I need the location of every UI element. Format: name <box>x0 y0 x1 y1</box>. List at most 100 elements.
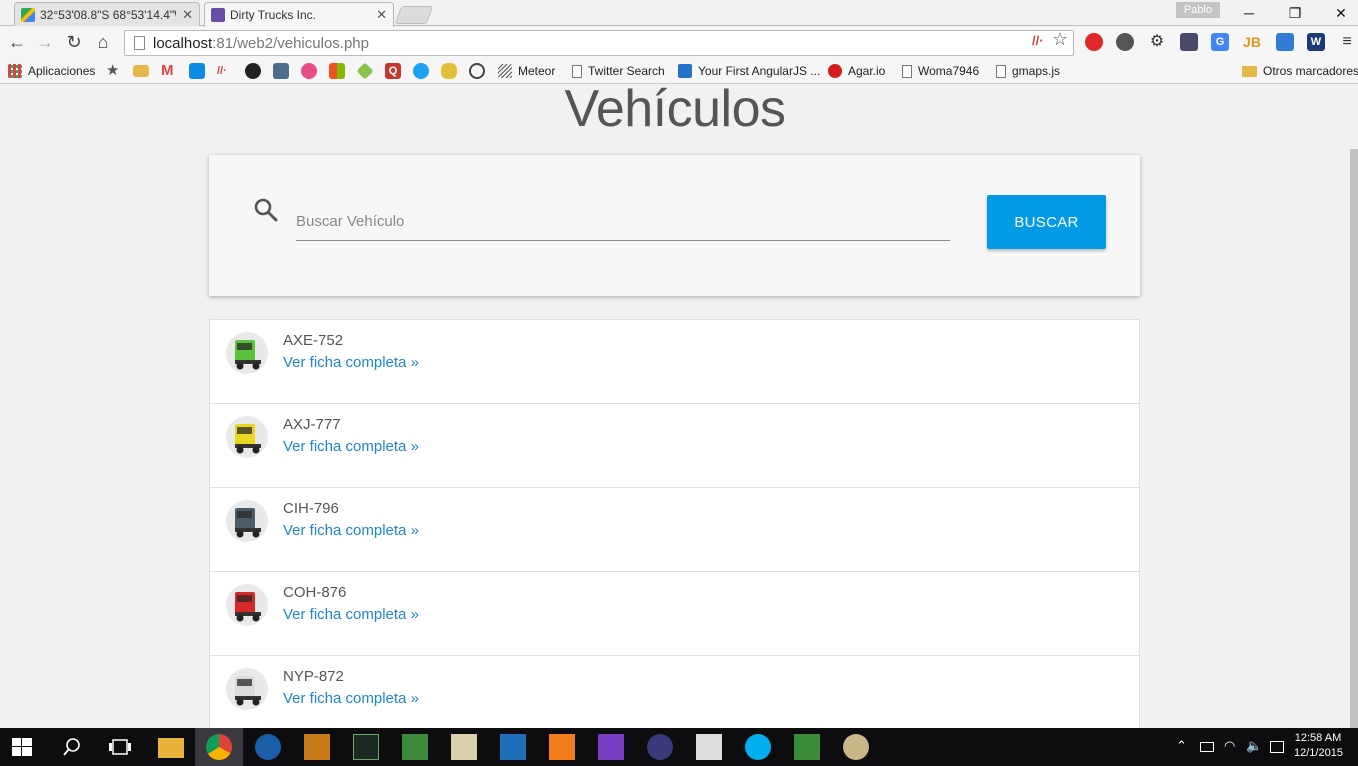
close-icon[interactable]: ✕ <box>376 7 387 23</box>
notepad-icon[interactable] <box>451 734 477 760</box>
star-bookmark-icon[interactable]: ★ <box>106 63 122 79</box>
truck-icon <box>226 668 268 710</box>
page-icon <box>902 64 912 78</box>
window-close-icon[interactable]: ✕ <box>1318 0 1358 26</box>
terminal-icon[interactable] <box>353 734 379 760</box>
gmail-icon[interactable]: M <box>161 63 177 79</box>
meteor-icon <box>498 64 512 78</box>
scrollbar-thumb[interactable] <box>1350 149 1358 728</box>
squiggle-bookmark-icon[interactable]: //· <box>217 63 233 79</box>
diamond-icon[interactable] <box>356 62 374 80</box>
taskbar-clock[interactable]: 12:58 AM 12/1/2015 <box>1294 731 1343 761</box>
visual-studio-icon[interactable] <box>598 734 624 760</box>
folder-icon[interactable] <box>133 65 149 77</box>
bookmark-meteor[interactable]: Meteor <box>498 62 555 80</box>
clock-time: 12:58 AM <box>1294 732 1342 744</box>
chrome-icon[interactable] <box>206 734 232 760</box>
github-icon[interactable] <box>245 63 261 79</box>
app-tool-icon[interactable] <box>402 734 428 760</box>
page-scrollbar[interactable] <box>1350 85 1358 728</box>
clock-date: 12/1/2015 <box>1294 747 1343 759</box>
address-bar[interactable]: localhost:81/web2/vehiculos.php <box>124 30 1074 56</box>
task-view-icon[interactable] <box>108 738 132 756</box>
paint-icon[interactable] <box>843 734 869 760</box>
reload-icon[interactable]: ↻ <box>63 31 85 53</box>
powershell-icon[interactable] <box>500 734 526 760</box>
database-icon[interactable] <box>441 63 457 79</box>
tab-title: Dirty Trucks Inc. <box>230 8 317 22</box>
bookmarks-bar: Aplicaciones ★ M //· Q Meteor Twitter Se… <box>0 58 1358 84</box>
truck-avatar <box>226 332 268 374</box>
chevron-up-icon[interactable]: ⌃ <box>1176 738 1187 754</box>
wifi-icon[interactable]: ◠ <box>1224 738 1235 754</box>
tools-icon[interactable] <box>696 734 722 760</box>
twitter-icon[interactable] <box>413 63 429 79</box>
list-item: COH-876 Ver ficha completa » <box>210 572 1139 656</box>
truck-avatar <box>226 584 268 626</box>
adblock-icon[interactable] <box>1085 33 1103 51</box>
bookmark-angularjs[interactable]: Your First AngularJS ... <box>678 62 820 80</box>
bookmark-apps[interactable]: Aplicaciones <box>8 62 95 80</box>
truck-icon <box>226 332 268 374</box>
restore-icon[interactable]: ❐ <box>1272 0 1318 26</box>
skype-icon[interactable] <box>745 734 771 760</box>
tab-dirty-trucks[interactable]: Dirty Trucks Inc. ✕ <box>204 2 394 27</box>
back-arrow-icon[interactable]: ← <box>6 31 28 53</box>
dribbble-icon[interactable] <box>301 63 317 79</box>
profile-name-badge[interactable]: Pablo <box>1176 2 1220 18</box>
notifications-icon[interactable] <box>1270 741 1284 753</box>
bookmark-star-icon[interactable]: ☆ <box>1052 29 1068 50</box>
bookmark-twitter-search[interactable]: Twitter Search <box>572 62 665 80</box>
bookmark-gmaps[interactable]: gmaps.js <box>996 62 1060 80</box>
minimize-icon[interactable]: ─ <box>1226 0 1272 26</box>
sublime-icon[interactable] <box>304 734 330 760</box>
buscar-button[interactable]: BUSCAR <box>987 195 1106 249</box>
jetbrains-icon[interactable]: JB <box>1243 33 1261 51</box>
close-icon[interactable]: ✕ <box>182 7 193 23</box>
search-card: BUSCAR <box>209 155 1140 296</box>
file-explorer-icon[interactable] <box>158 738 184 758</box>
firefox-icon[interactable] <box>255 734 281 760</box>
vehicle-plate: AXE-752 <box>283 332 344 349</box>
bookmark-other[interactable]: Otros marcadores <box>1242 62 1358 80</box>
w-extension-icon[interactable]: W <box>1307 33 1325 51</box>
vehicle-list: AXE-752 Ver ficha completa » AXJ-777 Ver… <box>209 319 1140 728</box>
extension-squiggle-icon[interactable]: //· <box>1032 33 1044 48</box>
page-icon <box>134 36 145 50</box>
ver-ficha-link[interactable]: Ver ficha completa » <box>283 354 419 371</box>
truck-icon <box>226 584 268 626</box>
home-icon[interactable]: ⌂ <box>92 31 114 53</box>
menu-icon[interactable]: ≡ <box>1338 33 1356 51</box>
apps-grid-icon <box>8 64 22 78</box>
window-extension-icon[interactable] <box>1276 33 1294 51</box>
bookmark-agario[interactable]: Agar.io <box>828 62 885 80</box>
eyedropper-icon[interactable] <box>1180 33 1198 51</box>
app-tool-icon[interactable] <box>794 734 820 760</box>
list-item: AXJ-777 Ver ficha completa » <box>210 404 1139 488</box>
truck-avatar <box>226 668 268 710</box>
search-icon[interactable] <box>62 737 82 757</box>
ver-ficha-link[interactable]: Ver ficha completa » <box>283 690 419 707</box>
windows-logo-icon[interactable] <box>329 63 345 79</box>
new-tab-button[interactable] <box>394 6 434 24</box>
forward-arrow-icon[interactable]: → <box>34 31 56 53</box>
truck-icon <box>226 416 268 458</box>
battery-icon[interactable] <box>1200 742 1214 752</box>
windows-start-icon[interactable] <box>12 738 32 756</box>
xampp-icon[interactable] <box>549 734 575 760</box>
volume-icon[interactable]: 🔈 <box>1246 738 1262 754</box>
bookmark-woma[interactable]: Woma7946 <box>902 62 979 80</box>
sync-extension-icon[interactable] <box>1116 33 1134 51</box>
dropbox-icon[interactable] <box>189 63 205 79</box>
codepen-icon[interactable] <box>469 63 485 79</box>
tab-maps[interactable]: 32°53'08.8"S 68°53'14.4"W ✕ <box>14 2 200 26</box>
ver-ficha-link[interactable]: Ver ficha completa » <box>283 522 419 539</box>
ver-ficha-link[interactable]: Ver ficha completa » <box>283 606 419 623</box>
eclipse-icon[interactable] <box>647 734 673 760</box>
gear-icon[interactable]: ⚙ <box>1148 33 1166 51</box>
bookmark-app-icon[interactable] <box>273 63 289 79</box>
q-icon[interactable]: Q <box>385 63 401 79</box>
translate-icon[interactable]: G <box>1211 33 1229 51</box>
ver-ficha-link[interactable]: Ver ficha completa » <box>283 438 419 455</box>
search-input[interactable] <box>296 203 950 241</box>
